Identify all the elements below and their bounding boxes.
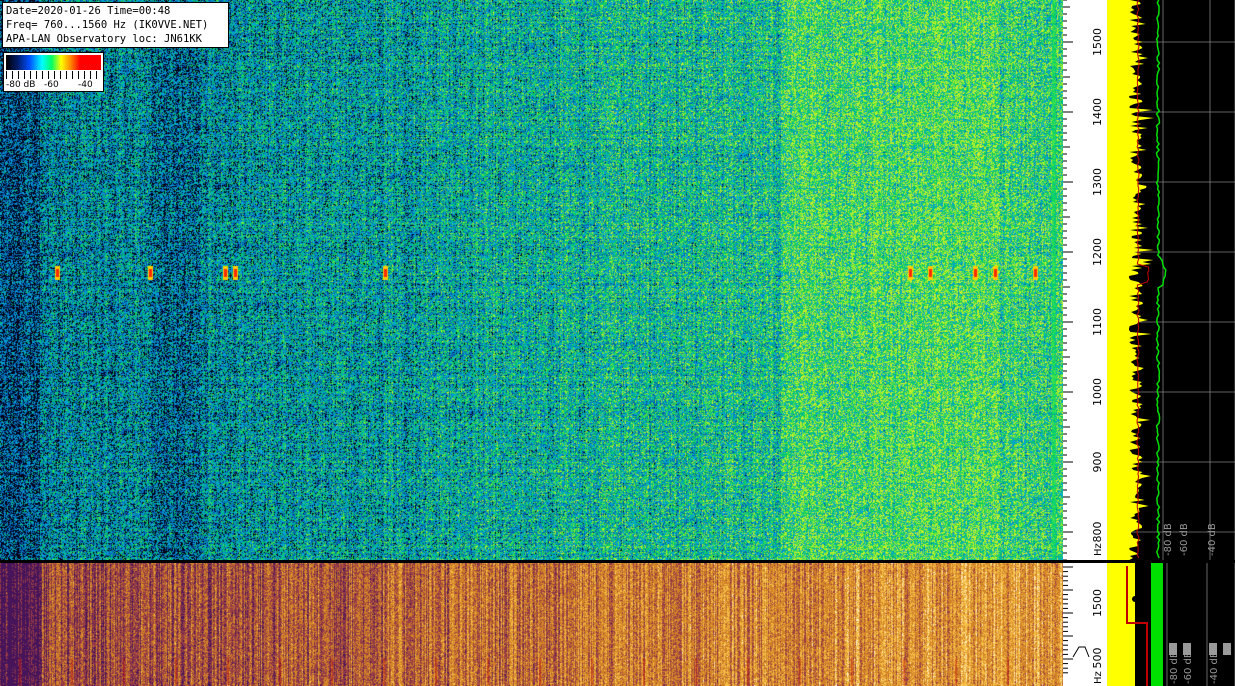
freq-label-1400: 1400: [1091, 98, 1104, 126]
spectrogram-waterfall: [0, 0, 1063, 560]
color-scale-label-max: -40: [78, 80, 93, 90]
freq-bottom-label-500: 500: [1091, 648, 1104, 669]
spectrum-bottom-label-60db: -60 dB: [1183, 651, 1194, 684]
color-scale-label-mid: -60: [44, 80, 59, 90]
color-scale-ticks: [6, 71, 101, 79]
spectrum-bottom-label-40db: -40 dB: [1209, 651, 1220, 684]
info-box: Date=2020-01-26 Time=00:48 Freq= 760...1…: [2, 2, 229, 48]
spectrum-panel-bottom: -80 dB -60 dB -40 dB: [1107, 563, 1235, 686]
spectrum-label-80db: -80 dB: [1163, 523, 1174, 556]
long-term-yellow-band: [1107, 563, 1135, 686]
spectrum-green-trace: [1155, 0, 1167, 559]
frequency-scale-bottom: 1500 500 Hz: [1063, 563, 1107, 686]
freq-unit-label: Hz: [1093, 543, 1104, 556]
spectrum-bottom-label-80db: -80 dB: [1169, 651, 1180, 684]
color-scale-bar: [6, 55, 101, 70]
info-date-time: Date=2020-01-26 Time=00:48: [6, 5, 171, 17]
spectrum-label-40db: -40 dB: [1207, 523, 1218, 556]
freq-label-1200: 1200: [1091, 238, 1104, 266]
info-location: APA-LAN Observatory loc: JN61KK: [6, 33, 202, 45]
spectrum-panel-top: -80 dB -60 dB -40 dB: [1107, 0, 1235, 560]
freq-label-800: 800: [1091, 522, 1104, 543]
freq-label-1300: 1300: [1091, 168, 1104, 196]
long-term-waterfall: [0, 563, 1063, 686]
freq-bottom-unit-label: Hz: [1093, 671, 1104, 684]
spectrum-label-60db: -60 dB: [1179, 523, 1190, 556]
freq-label-1000: 1000: [1091, 378, 1104, 406]
freq-label-1100: 1100: [1091, 308, 1104, 336]
long-term-green-band: [1151, 563, 1163, 686]
filter-shape-icon: [1072, 646, 1090, 658]
spectrum-yellow-trace: [1107, 0, 1154, 560]
freq-label-900: 900: [1091, 452, 1104, 473]
color-scale-legend: -80 dB -60 -40: [3, 52, 104, 92]
freq-label-1500: 1500: [1091, 28, 1104, 56]
color-scale-label-min: -80 dB: [6, 80, 36, 90]
freq-bottom-label-1500: 1500: [1091, 589, 1104, 617]
marker-dot: [1132, 596, 1138, 602]
info-frequency: Freq= 760...1560 Hz (IK0VVE.NET): [6, 19, 209, 31]
frequency-scale-top: 1500 1400 1300 1200 1100 1000 900 800Hz: [1063, 0, 1107, 560]
